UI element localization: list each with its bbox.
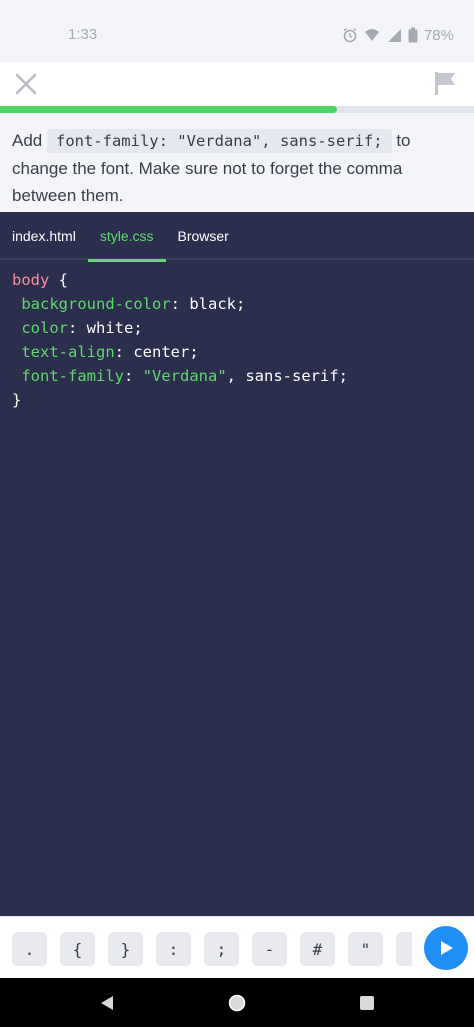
- key-hyphen[interactable]: -: [252, 932, 287, 966]
- code-line-3: color: white;: [12, 316, 462, 340]
- key-open-brace[interactable]: {: [60, 932, 95, 966]
- code-line-4: text-align: center;: [12, 340, 462, 364]
- instruction-panel: Add font-family: "Verdana", sans-serif; …: [0, 113, 474, 212]
- run-button[interactable]: [424, 926, 468, 970]
- tab-style-css[interactable]: style.css: [87, 212, 166, 262]
- css-selector: body: [12, 271, 50, 289]
- code-line-6: }: [12, 388, 462, 412]
- css-value: , sans-serif;: [226, 367, 348, 385]
- lesson-progress: [0, 106, 474, 113]
- recents-icon: [360, 996, 374, 1010]
- battery-percent: 78%: [423, 26, 454, 44]
- css-property: text-align: [21, 343, 115, 361]
- css-separator: :: [124, 367, 143, 385]
- code-line-1: body {: [12, 268, 462, 292]
- flag-icon: [435, 72, 455, 95]
- symbol-key-bar: . { } : ; - # " (: [0, 916, 474, 978]
- nav-home-button[interactable]: [226, 992, 248, 1014]
- instruction-code-snippet: font-family: "Verdana", sans-serif;: [46, 129, 392, 153]
- code-editor: index.html style.css Browser body { back…: [0, 212, 474, 916]
- css-value: : white;: [68, 319, 143, 337]
- status-time: 1:33: [68, 26, 98, 43]
- code-area[interactable]: body { background-color: black; color: w…: [0, 260, 474, 420]
- key-semicolon[interactable]: ;: [204, 932, 239, 966]
- nav-back-button[interactable]: [96, 992, 118, 1014]
- code-line-5: font-family: "Verdana", sans-serif;: [12, 364, 462, 388]
- instruction-before: Add: [12, 131, 47, 150]
- system-nav-bar: [0, 978, 474, 1027]
- lesson-progress-fill: [0, 106, 337, 113]
- css-value: : center;: [114, 343, 199, 361]
- instruction-text: Add font-family: "Verdana", sans-serif; …: [12, 127, 462, 209]
- close-brace: }: [12, 391, 22, 409]
- status-bar: 1:33 78%: [0, 0, 474, 62]
- key-period[interactable]: .: [12, 932, 47, 966]
- top-bar: [0, 62, 474, 106]
- key-colon[interactable]: :: [156, 932, 191, 966]
- css-string: "Verdana": [142, 367, 227, 385]
- css-property: font-family: [21, 367, 124, 385]
- key-hash[interactable]: #: [300, 932, 335, 966]
- key-quote[interactable]: ": [348, 932, 383, 966]
- open-brace: {: [49, 271, 68, 289]
- play-icon: [441, 941, 453, 955]
- battery-icon: [408, 27, 418, 43]
- close-icon: [15, 73, 37, 95]
- key-open-paren[interactable]: (: [396, 932, 412, 966]
- tab-index-html[interactable]: index.html: [0, 212, 88, 260]
- css-value: : black;: [170, 295, 246, 313]
- file-tabs: index.html style.css Browser: [0, 212, 474, 262]
- css-property: color: [21, 319, 69, 337]
- status-icons: 78%: [342, 26, 454, 44]
- css-property: background-color: [21, 295, 171, 313]
- symbol-keys: . { } : ; - # " (: [12, 932, 412, 966]
- nav-recents-button[interactable]: [356, 992, 378, 1014]
- key-close-brace[interactable]: }: [108, 932, 143, 966]
- report-flag-button[interactable]: [430, 68, 460, 98]
- wifi-icon: [364, 29, 379, 41]
- alarm-icon: [343, 27, 357, 43]
- close-button[interactable]: [10, 68, 42, 100]
- code-line-2: background-color: black;: [12, 292, 462, 316]
- signal-icon: [387, 29, 401, 42]
- home-icon: [228, 994, 246, 1012]
- tab-browser[interactable]: Browser: [166, 212, 241, 260]
- back-icon: [101, 996, 113, 1010]
